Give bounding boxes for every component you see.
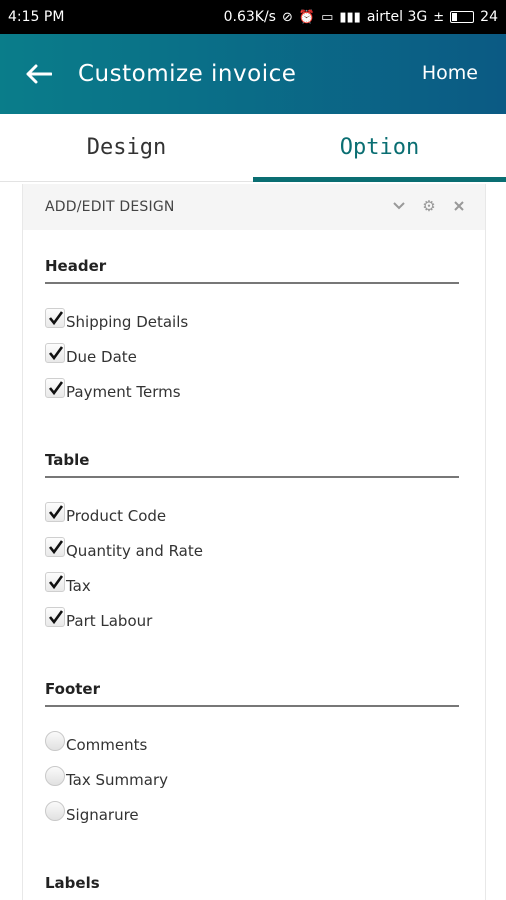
battery-percent: 24 — [480, 9, 498, 25]
checkbox-checked[interactable] — [45, 572, 65, 592]
option-label: Payment Terms — [66, 383, 181, 401]
option-label: Tax — [66, 577, 91, 595]
section-divider — [45, 476, 459, 478]
checkbox-checked[interactable] — [45, 308, 65, 328]
active-tab-indicator — [253, 177, 506, 182]
option-comments[interactable]: Comments — [45, 731, 148, 761]
option-label: Part Labour — [66, 612, 153, 630]
status-time: 4:15 PM — [8, 9, 65, 25]
section-title-labels: Labels — [45, 874, 100, 892]
option-due-date[interactable]: Due Date — [45, 343, 137, 373]
gear-icon[interactable]: ⚙ — [421, 197, 437, 215]
option-tax-summary[interactable]: Tax Summary — [45, 766, 169, 796]
option-quantity-and-rate[interactable]: Quantity and Rate — [45, 537, 203, 567]
data-transfer-icon: ± — [433, 9, 445, 25]
radio-button[interactable] — [45, 766, 65, 786]
tab-bar: Design Option — [0, 114, 506, 182]
option-product-code[interactable]: Product Code — [45, 502, 167, 532]
option-label: Quantity and Rate — [66, 542, 203, 560]
tab-design[interactable]: Design — [0, 114, 253, 181]
section-title-header: Header — [45, 257, 107, 275]
option-label: Shipping Details — [66, 313, 189, 331]
status-indicators: 0.63K/s ⊘ ⏰ ▭ ▮▮▮ airtel 3G ± 24 — [224, 10, 498, 24]
network-speed: 0.63K/s — [223, 9, 276, 25]
carrier-name: airtel 3G — [366, 9, 428, 25]
tab-option[interactable]: Option — [253, 114, 506, 182]
radio-button[interactable] — [45, 731, 65, 751]
option-shipping-details[interactable]: Shipping Details — [45, 308, 189, 338]
section-divider — [45, 282, 459, 284]
option-part-labour[interactable]: Part Labour — [45, 607, 153, 637]
option-payment-terms[interactable]: Payment Terms — [45, 378, 181, 408]
close-icon[interactable] — [451, 198, 467, 214]
battery-icon — [450, 11, 475, 23]
option-signature[interactable]: Signarure — [45, 801, 139, 831]
panel-header: ADD/EDIT DESIGN ⚙ — [23, 184, 485, 230]
option-label: Due Date — [66, 348, 137, 366]
home-button[interactable]: Home — [422, 62, 478, 84]
section-title-footer: Footer — [45, 680, 100, 698]
checkbox-checked[interactable] — [45, 607, 65, 627]
page-title: Customize invoice — [78, 61, 297, 87]
option-tax[interactable]: Tax — [45, 572, 91, 602]
design-options-panel: ADD/EDIT DESIGN ⚙ Header Shipping Detail… — [22, 184, 486, 900]
checkbox-checked[interactable] — [45, 378, 65, 398]
option-label: Comments — [66, 736, 148, 754]
alarm-icon: ⏰ — [298, 9, 316, 25]
back-arrow-icon[interactable] — [26, 64, 52, 84]
checkbox-checked[interactable] — [45, 502, 65, 522]
checkbox-checked[interactable] — [45, 343, 65, 363]
panel-tools: ⚙ — [391, 197, 467, 215]
option-label: Signarure — [66, 806, 139, 824]
checkbox-checked[interactable] — [45, 537, 65, 557]
tab-option-label: Option — [339, 135, 420, 160]
panel-title: ADD/EDIT DESIGN — [45, 199, 175, 215]
option-label: Tax Summary — [66, 771, 169, 789]
screen-icon: ▭ — [321, 9, 334, 25]
option-label: Product Code — [66, 507, 167, 525]
section-title-table: Table — [45, 451, 90, 469]
status-bar: 4:15 PM 0.63K/s ⊘ ⏰ ▭ ▮▮▮ airtel 3G ± 24 — [0, 0, 506, 34]
collapse-chevron-icon[interactable] — [391, 198, 407, 214]
signal-icon: ▮▮▮ — [339, 9, 361, 25]
radio-button[interactable] — [45, 801, 65, 821]
section-divider — [45, 705, 459, 707]
app-bar: Customize invoice Home — [0, 34, 506, 114]
data-saver-icon: ⊘ — [281, 9, 293, 25]
